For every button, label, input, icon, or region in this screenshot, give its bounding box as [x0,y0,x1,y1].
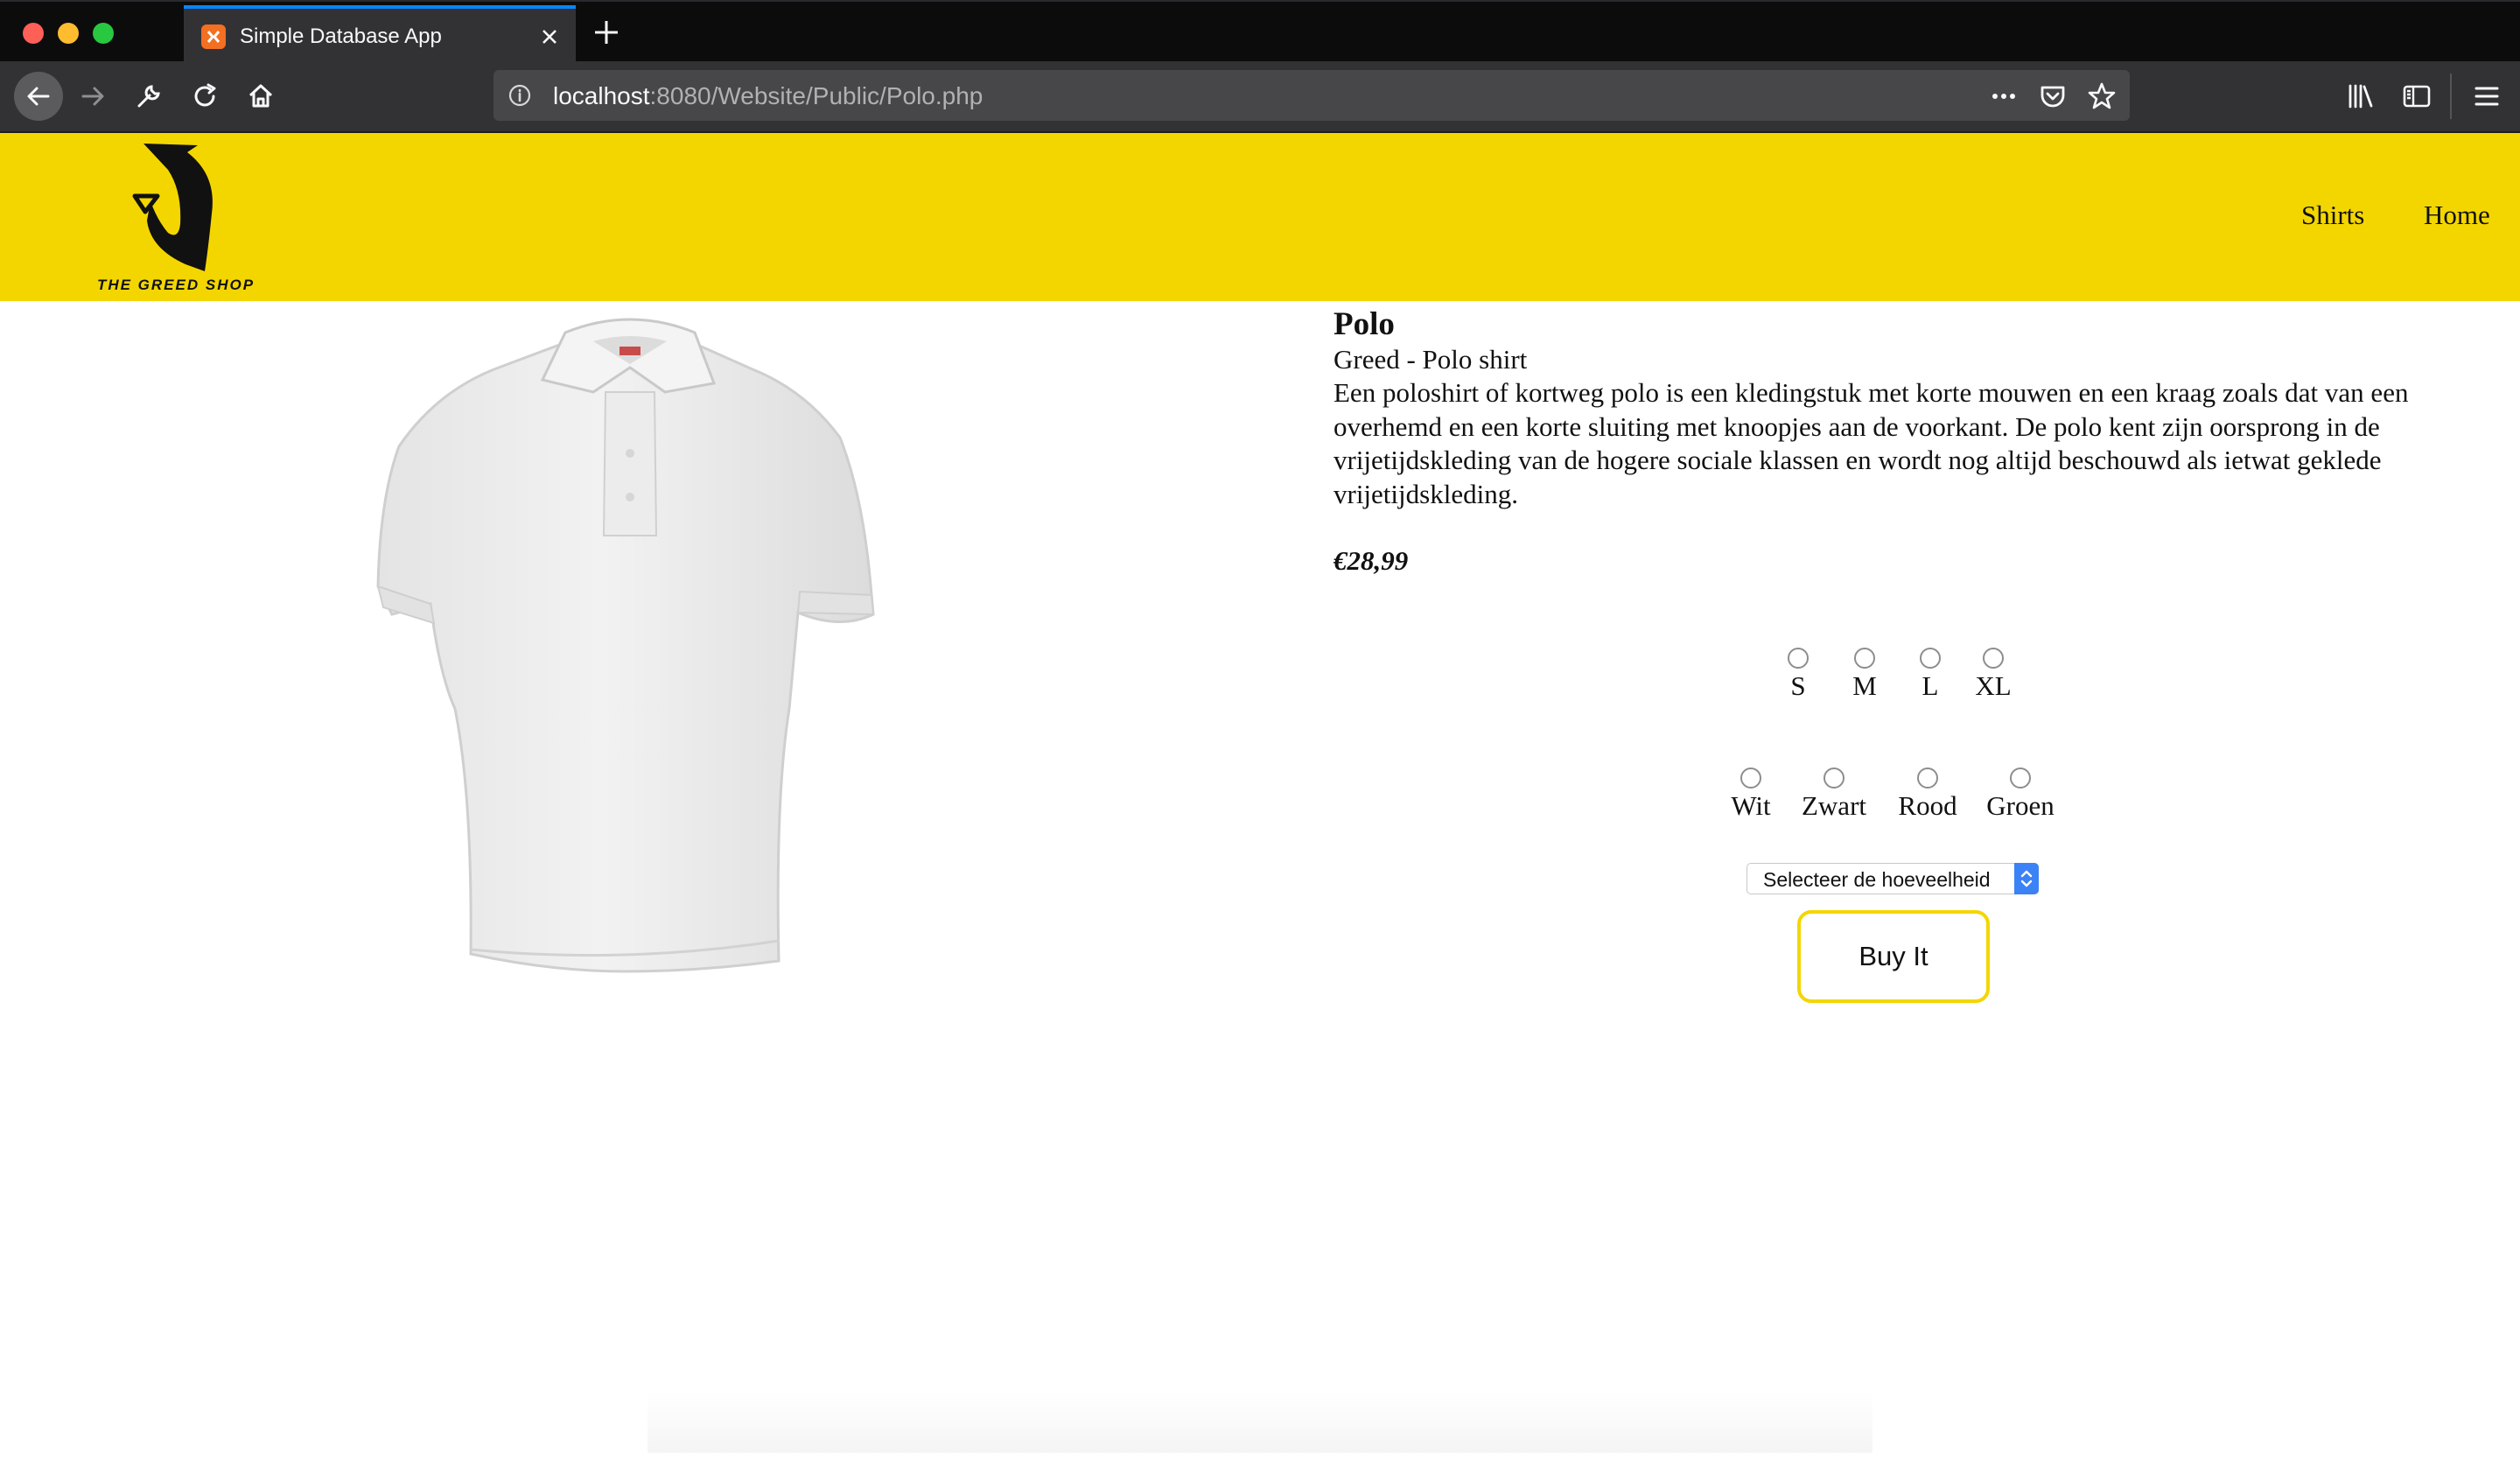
color-option-rood[interactable]: Rood [1880,768,1976,822]
close-window-button[interactable] [23,23,44,44]
size-option-xl[interactable]: XL [1945,648,2041,702]
product-subtitle: Greed - Polo shirt [1334,344,1528,375]
pocket-icon[interactable] [2037,81,2068,112]
size-label: M [1852,670,1877,701]
product-price: €28,99 [1334,545,1409,576]
size-label: S [1790,670,1806,701]
logo-mark-icon [132,144,213,271]
color-radio[interactable] [2010,768,2031,789]
color-label: Groen [1986,790,2054,821]
developer-tools-button[interactable] [130,77,168,116]
new-tab-icon[interactable] [592,18,621,47]
color-radio[interactable] [1917,768,1938,789]
color-option-groen[interactable]: Groen [1972,768,2068,822]
reload-icon [194,83,216,107]
library-icon[interactable] [2345,81,2376,112]
nav-link-home[interactable]: Home [2424,200,2490,231]
minimize-window-button[interactable] [58,23,79,44]
wrench-icon [137,85,160,108]
url-host: localhost [553,82,650,109]
greed-shop-logo[interactable]: THE GREED SHOP [84,140,268,298]
color-label: Rood [1898,790,1957,821]
size-radio[interactable] [1983,648,2004,669]
quantity-select[interactable]: Selecteer de hoeveelheid [1746,863,2039,894]
color-label: Zwart [1801,790,1867,821]
size-radio[interactable] [1920,648,1941,669]
maximize-window-button[interactable] [93,23,114,44]
home-button[interactable] [242,77,280,116]
site-info-icon[interactable] [508,83,532,108]
size-label: XL [1975,670,2012,701]
page-bottom-shadow [648,1391,1872,1453]
nav-link-shirts[interactable]: Shirts [2301,200,2364,231]
browser-tab-bar: Simple Database App [0,0,2520,63]
product-title: Polo [1334,306,1395,342]
close-tab-icon[interactable] [537,25,562,49]
forward-button[interactable] [74,77,112,116]
home-icon [248,84,273,108]
bookmark-star-icon[interactable] [2086,81,2118,112]
color-radio[interactable] [1824,768,1844,789]
color-radio[interactable] [1740,768,1761,789]
select-arrows-icon [2014,863,2039,894]
logo-text: THE GREED SHOP [96,277,256,293]
color-option-wit[interactable]: Wit [1703,768,1799,822]
color-option-zwart[interactable]: Zwart [1786,768,1882,822]
product-description: Een poloshirt of kortweg polo is een kle… [1334,377,2409,509]
size-label: L [1922,670,1939,701]
toolbar-separator [2450,74,2452,119]
size-radio[interactable] [1788,648,1809,669]
size-radio[interactable] [1854,648,1875,669]
xampp-favicon-icon [201,25,226,49]
tab-title: Simple Database App [240,25,442,48]
browser-toolbar: localhost:8080/Website/Public/Polo.php [0,61,2520,133]
product-image-polo [376,318,875,973]
browser-tab-active[interactable]: Simple Database App [184,5,576,63]
site-header: THE GREED SHOP Shirts Home [0,133,2520,301]
quantity-select-value: Selecteer de hoeveelheid [1763,868,1991,891]
buy-button[interactable]: Buy It [1797,910,1990,1003]
menu-icon[interactable] [2471,81,2502,112]
back-arrow-icon [27,87,50,106]
back-button[interactable] [14,72,63,121]
url-text[interactable]: localhost:8080/Website/Public/Polo.php [553,82,983,110]
page-actions-icon[interactable] [1988,81,2020,112]
color-label: Wit [1731,790,1771,821]
product-info: Polo Greed - Polo shirt Een poloshirt of… [1334,306,2471,578]
sidebar-icon[interactable] [2401,81,2432,112]
url-path: :8080/Website/Public/Polo.php [649,82,984,109]
address-bar[interactable]: localhost:8080/Website/Public/Polo.php [494,70,2130,121]
reload-button[interactable] [186,77,224,116]
forward-arrow-icon [81,87,104,106]
